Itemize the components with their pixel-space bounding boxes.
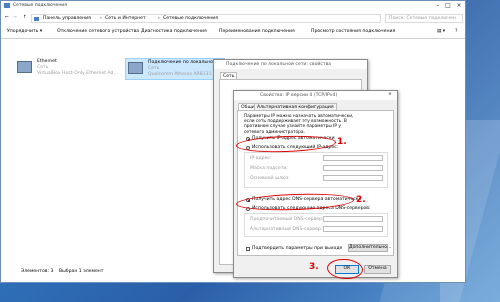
- maximize-icon[interactable]: □: [443, 1, 453, 10]
- advanced-button[interactable]: Дополнительно...: [348, 244, 391, 252]
- address-bar[interactable]: Панель управления › Сеть и Интернет › Се…: [31, 14, 381, 23]
- toolbar: Упорядочить ▾ Отключение сетевого устрой…: [1, 27, 465, 37]
- validate-label[interactable]: Подтвердить параметры при выходе: [252, 246, 342, 251]
- address-row: ← → ↑ Панель управления › Сеть и Интерне…: [1, 13, 465, 24]
- cancel-button[interactable]: Отмена: [364, 265, 391, 274]
- ipv4-close-icon[interactable]: ×: [388, 92, 392, 97]
- toolbar-divider: [1, 38, 465, 39]
- breadcrumb-3[interactable]: Сетевые подключения: [163, 16, 218, 21]
- gateway-label: Основной шлюз:: [250, 176, 290, 181]
- annotation-2: 2.: [356, 195, 366, 205]
- help-icon[interactable]: ?: [455, 29, 457, 34]
- alternate-dns-label: Альтернативный DNS-сервер:: [250, 227, 323, 232]
- ipv4-title-bar: Свойства: IP версии 4 (TCP/IPv4) ×: [234, 91, 397, 100]
- connection-item-ethernet[interactable]: Ethernet Сеть VirtualBox Host-Only Ether…: [17, 59, 127, 81]
- connection-item-lan[interactable]: Подключение по локальной сети Сеть Qualc…: [125, 58, 228, 80]
- forward-icon[interactable]: →: [13, 15, 17, 20]
- connection-network: Сеть: [37, 65, 49, 70]
- preferred-dns-label: Предпочитаемый DNS-сервер:: [250, 217, 324, 222]
- annotation-3: 3.: [309, 262, 319, 272]
- connection-name: Ethernet: [37, 59, 57, 64]
- window-title: Сетевые подключения: [13, 3, 67, 8]
- up-icon[interactable]: ↑: [23, 15, 27, 20]
- rename-button[interactable]: Переименование подключения: [219, 29, 295, 34]
- breadcrumb-1[interactable]: Панель управления: [43, 16, 91, 21]
- view-status-button[interactable]: Просмотр состояния подключения: [311, 29, 395, 34]
- folder-icon: [34, 17, 39, 21]
- ipv4-properties-dialog: Свойства: IP версии 4 (TCP/IPv4) × Общие…: [233, 90, 398, 278]
- ip-address-label: IP-адрес:: [250, 156, 272, 161]
- close-icon[interactable]: ×: [454, 1, 464, 10]
- ipv4-title: Свойства: IP версии 4 (TCP/IPv4): [260, 93, 338, 98]
- subnet-mask-field[interactable]: [323, 165, 383, 171]
- network-adapter-icon: [128, 62, 143, 74]
- diagnose-button[interactable]: Диагностика подключения: [141, 29, 207, 34]
- window-icon: [4, 3, 10, 8]
- network-adapter-icon: [17, 61, 32, 73]
- annotation-1: 1.: [337, 137, 347, 147]
- subnet-mask-label: Маска подсети:: [250, 166, 288, 171]
- breadcrumb-sep-2: ›: [158, 16, 160, 21]
- search-input[interactable]: Поиск: Сетевые подключен: [385, 14, 463, 23]
- breadcrumb-2[interactable]: Сеть и Интернет: [105, 16, 146, 21]
- ip-address-field[interactable]: [323, 155, 383, 161]
- preferred-dns-field[interactable]: [323, 216, 383, 222]
- search-placeholder: Поиск: Сетевые подключен: [389, 16, 456, 21]
- properties-title: Подключение по локальной сети: свойства: [226, 62, 332, 67]
- title-bar: Сетевые подключения – □ ×: [1, 1, 465, 11]
- gateway-field[interactable]: [323, 175, 383, 181]
- general-panel: Параметры IP можно назначать автоматичес…: [237, 110, 394, 256]
- validate-checkbox[interactable]: [246, 247, 250, 251]
- breadcrumb-sep-1: ›: [100, 16, 102, 21]
- alternate-dns-field[interactable]: [323, 226, 383, 232]
- view-options-icon[interactable]: ▤ ▾: [437, 29, 445, 34]
- selected-count: Выбран 1 элемент: [59, 269, 104, 274]
- connection-adapter: VirtualBox Host-Only Ethernet Ad...: [37, 71, 118, 76]
- connection-network: Сеть: [148, 66, 160, 71]
- organize-menu[interactable]: Упорядочить ▾: [7, 29, 42, 34]
- element-count: Элементов: 3: [21, 269, 54, 274]
- properties-title-bar: Подключение по локальной сети: свойства: [214, 60, 367, 69]
- disable-device-button[interactable]: Отключение сетевого устройства: [57, 29, 139, 34]
- intro-text: Параметры IP можно назначать автоматичес…: [244, 114, 354, 135]
- minimize-icon[interactable]: –: [433, 1, 443, 10]
- back-icon[interactable]: ←: [5, 15, 9, 20]
